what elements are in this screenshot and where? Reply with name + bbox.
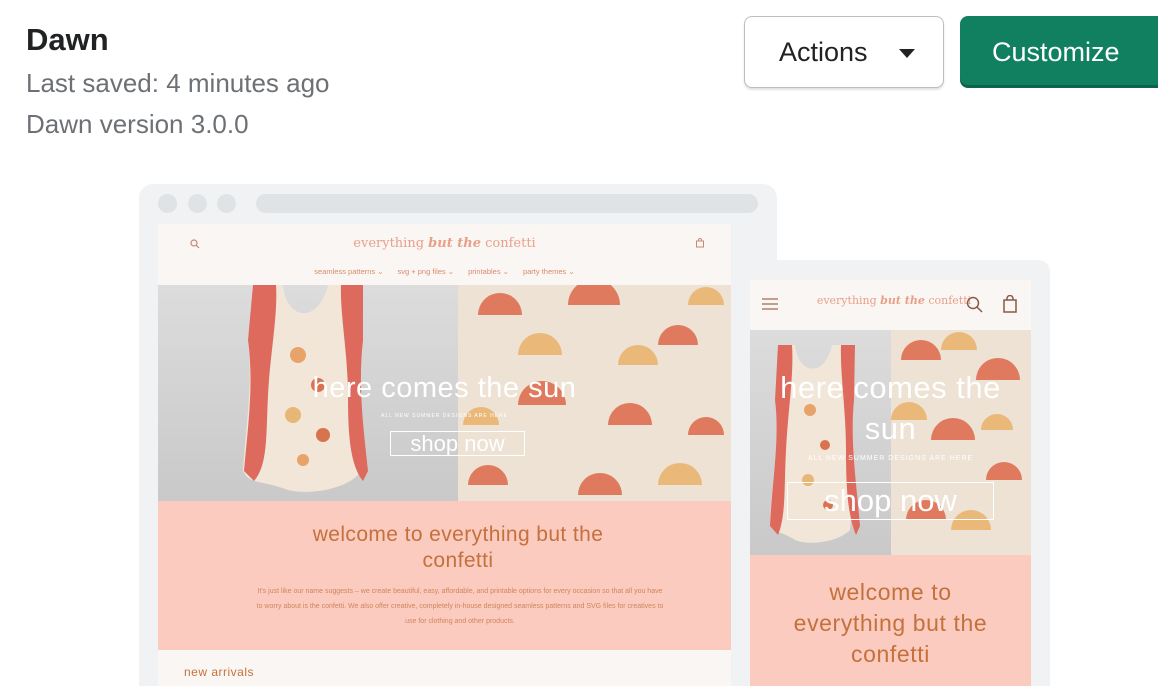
- nav-item: seamless patterns ⌄: [314, 267, 384, 276]
- actions-button[interactable]: Actions: [744, 16, 944, 88]
- welcome-title: welcome to everything but the confetti: [312, 523, 604, 572]
- desktop-preview-frame[interactable]: everything but the confetti seamless pat…: [139, 184, 777, 686]
- hero-title: here comes the sun: [312, 372, 577, 404]
- cart-icon: [1003, 295, 1017, 313]
- hero-banner: here comes the sun ALL NEW SUMMER DESIGN…: [750, 330, 1031, 555]
- caret-down-icon: [899, 49, 915, 58]
- welcome-body: It's just like our name suggests – we cr…: [256, 588, 664, 625]
- nav-item: party themes ⌄: [522, 267, 575, 276]
- window-dot: [188, 194, 207, 213]
- shop-now-button: shop now: [787, 482, 994, 520]
- nav-item: printables ⌄: [468, 267, 509, 276]
- hero-banner: here comes the sun ALL NEW SUMMER DESIGN…: [158, 285, 731, 501]
- theme-version-text: Dawn version 3.0.0: [26, 109, 249, 139]
- theme-name: Dawn: [26, 22, 109, 57]
- cart-icon: [696, 238, 704, 248]
- store-logo: everything but the confetti: [816, 294, 972, 307]
- actions-label: Actions: [779, 36, 868, 67]
- store-logo: everything but the confetti: [353, 236, 536, 251]
- new-arrivals-heading: new arrivals: [184, 665, 255, 679]
- window-dot: [158, 194, 177, 213]
- last-saved-text: Last saved: 4 minutes ago: [26, 68, 330, 98]
- welcome-section: welcome to everything but the confetti I…: [158, 501, 731, 650]
- shop-now-button: shop now: [390, 431, 525, 456]
- search-icon: [966, 296, 983, 313]
- store-nav: seamless patterns ⌄ svg + png files ⌄ pr…: [158, 267, 731, 276]
- desktop-storefront: everything but the confetti seamless pat…: [158, 224, 731, 686]
- customize-label: Customize: [992, 36, 1120, 67]
- hero-title: here comes the sun: [780, 370, 1001, 446]
- welcome-title: welcome to everything but the confetti: [793, 579, 988, 667]
- menu-icon: [762, 298, 778, 310]
- window-dot: [217, 194, 236, 213]
- customize-button[interactable]: Customize: [960, 16, 1158, 88]
- nav-item: svg + png files ⌄: [397, 267, 455, 276]
- mobile-storefront: everything but the confetti here comes t…: [750, 280, 1031, 686]
- store-header: everything but the confetti seamless pat…: [158, 224, 731, 284]
- welcome-section: welcome to everything but the confetti: [750, 555, 1031, 686]
- hero-subtitle: ALL NEW SUMMER DESIGNS ARE HERE: [807, 455, 974, 462]
- url-bar: [256, 194, 758, 213]
- hero-subtitle: ALL NEW SUMMER DESIGNS ARE HERE: [381, 413, 508, 419]
- mobile-preview-frame[interactable]: everything but the confetti here comes t…: [731, 260, 1050, 686]
